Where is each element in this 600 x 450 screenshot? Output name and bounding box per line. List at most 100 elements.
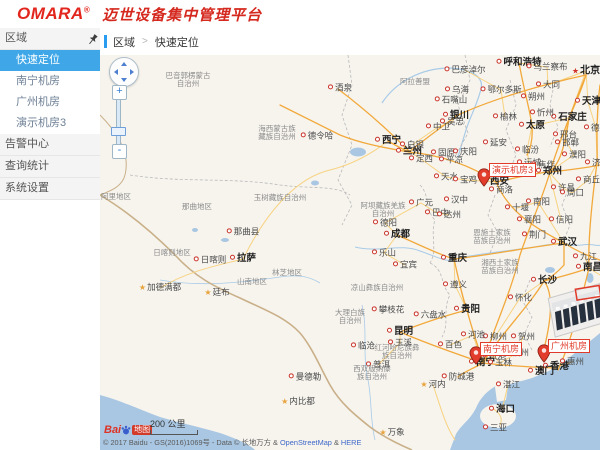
machine-room-photo-overlay[interactable]	[544, 281, 600, 345]
map-marker-label-2[interactable]: 南宁机房	[480, 342, 522, 356]
sidebar: 区域 快速定位南宁机房广州机房演示机房3 告警中心查询统计系统设置	[0, 28, 101, 450]
map-label: 济宁	[585, 158, 600, 167]
map-label: 乐山	[372, 248, 396, 257]
zoom-slider-track[interactable]	[116, 99, 121, 145]
map-label: 平凉	[439, 155, 463, 164]
map-label: 吴忠	[440, 117, 464, 126]
map-label: 白银	[400, 140, 424, 149]
zoom-in-button[interactable]: +	[112, 85, 127, 100]
map-label: 南阳	[526, 197, 550, 206]
map-label: 酒泉	[328, 83, 352, 92]
map-label: 三亚	[483, 423, 507, 432]
sidebar-section-3[interactable]: 系统设置	[0, 178, 100, 200]
map-label: 大同	[536, 80, 560, 89]
map-label: 乌兰察布	[526, 62, 567, 71]
map-label: 临汾	[515, 145, 539, 154]
map-label: 攀枝花	[372, 305, 405, 314]
attribution-text: © 2017 Baidu - GS(2016)1069号 - Data © 长地…	[103, 439, 280, 447]
map-label: 荆门	[522, 230, 546, 239]
baidu-paw-icon	[121, 425, 131, 435]
map-label: 湘西土家族 苗族自治州	[481, 259, 519, 276]
map-label: 延安	[483, 138, 507, 147]
map-label: 庆阳	[453, 147, 477, 156]
map-attribution: © 2017 Baidu - GS(2016)1069号 - Data © 长地…	[103, 438, 361, 448]
map-label: 太原	[519, 121, 545, 131]
sidebar-item-3[interactable]: 广州机房	[0, 92, 100, 113]
map-canvas[interactable]: 北京天津呼和浩特石家庄太原银川西宁兰州西安郑州武汉长沙南昌成都重庆贵阳昆明南宁拉…	[100, 55, 600, 450]
map-label: 加德满都	[139, 283, 181, 293]
map-label: 商丘	[576, 175, 600, 184]
app-title: 迈世设备集中管理平台	[102, 4, 262, 25]
map-label: 九江	[573, 252, 597, 261]
map-label: 凉山彝族自治州	[351, 284, 404, 292]
map-label: 大理白族 自治州	[335, 309, 365, 326]
map-label: 武汉	[551, 238, 577, 248]
scale-bar	[150, 430, 198, 435]
map-label: 昆明	[387, 327, 413, 337]
zoom-slider-handle[interactable]	[111, 127, 126, 136]
map-label: 内比都	[281, 397, 315, 407]
map-label: 阿拉善盟	[400, 78, 430, 86]
pan-left-icon[interactable]	[114, 69, 118, 75]
map-label: 宝鸡	[453, 175, 477, 184]
map-pan-control[interactable]	[109, 57, 139, 87]
map-label: 海西蒙古族 藏族自治州	[258, 125, 296, 142]
map-label: 贵阳	[454, 305, 480, 315]
map-label: 巴彦淖尔	[444, 65, 485, 74]
map-label: 成都	[384, 230, 410, 240]
zoom-out-button[interactable]: -	[112, 144, 127, 159]
pan-right-icon[interactable]	[130, 69, 134, 75]
map-label: 周口	[560, 188, 584, 197]
sidebar-section-2[interactable]: 查询统计	[0, 156, 100, 178]
map-label: 广元	[409, 198, 433, 207]
chevron-right-icon: >	[142, 36, 148, 47]
map-label: 西双版纳傣 族自治州	[353, 365, 391, 382]
registered-mark: ®	[84, 5, 90, 14]
map-label: 濮阳	[562, 150, 586, 159]
sidebar-section-1[interactable]: 告警中心	[0, 134, 100, 156]
map-label: 邯郸	[555, 138, 579, 147]
baidu-logo-text: Bai	[104, 425, 121, 435]
map-label: 河池	[461, 330, 485, 339]
scale-label: 200 公里	[150, 417, 198, 430]
sidebar-item-4[interactable]: 演示机房3	[0, 113, 100, 134]
map-label: 商洛	[489, 185, 513, 194]
map-marker-label-3[interactable]: 广州机房	[548, 339, 590, 353]
map-scale: 200 公里	[150, 417, 198, 435]
map-label: 惠州	[560, 357, 584, 366]
breadcrumb-current: 快速定位	[155, 34, 199, 50]
map-label: 河内	[420, 380, 445, 390]
map-label: 石嘴山	[435, 95, 468, 104]
map-label: 天津	[575, 97, 600, 107]
map-label: 海口	[489, 405, 515, 415]
map-labels: 北京天津呼和浩特石家庄太原银川西宁兰州西安郑州武汉长沙南昌成都重庆贵阳昆明南宁拉…	[100, 55, 600, 450]
map-label: 玉树藏族自治州	[254, 194, 307, 202]
map-label: 榆林	[493, 112, 517, 121]
map-label: 柳州	[483, 332, 507, 341]
sidebar-group-label: 区域	[5, 32, 27, 44]
map-label: 宜宾	[393, 260, 417, 269]
pan-up-icon[interactable]	[121, 62, 127, 66]
map-label: 重庆	[441, 254, 467, 264]
breadcrumb: 区域 > 快速定位	[100, 28, 600, 55]
map-label: 玉林	[488, 358, 512, 367]
map-label: 那曲地区	[182, 203, 212, 211]
breadcrumb-section[interactable]: 区域	[113, 34, 135, 50]
map-marker-label-1[interactable]: 演示机房3	[489, 163, 536, 177]
map-label: 拉萨	[230, 254, 256, 264]
attribution-here-link[interactable]: HERE	[341, 439, 361, 447]
pan-down-icon[interactable]	[121, 78, 127, 82]
map-label: 怀化	[508, 293, 532, 302]
app-header: OMARA® 迈世设备集中管理平台	[0, 0, 600, 28]
map-label: 万象	[379, 428, 404, 438]
map-label: 西宁	[375, 136, 401, 146]
baidu-maps-logo: Bai 地图	[104, 425, 152, 435]
attribution-osm-link[interactable]: OpenStreetMap	[280, 439, 332, 447]
map-label: 南昌	[576, 263, 600, 273]
sidebar-item-1[interactable]: 快速定位	[0, 50, 100, 71]
sidebar-item-2[interactable]: 南宁机房	[0, 71, 100, 92]
sidebar-group-header[interactable]: 区域	[0, 28, 100, 50]
map-label: 阿坝藏族羌族 自治州	[361, 202, 406, 219]
map-label: 乌海	[445, 85, 469, 94]
map-label: 巴音郭楞蒙古 自治州	[166, 72, 211, 89]
